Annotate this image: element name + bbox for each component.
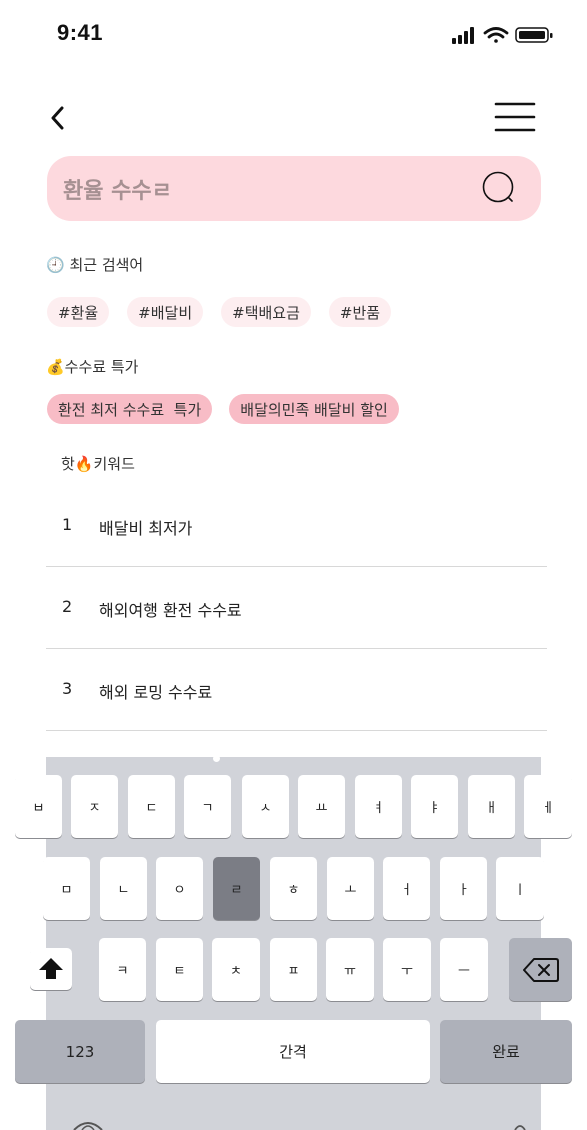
- search-icon[interactable]: [481, 170, 519, 208]
- backspace-icon: [522, 957, 559, 982]
- hot-keyword-text: 해외 로밍 수수료: [99, 683, 213, 702]
- key[interactable]: ㅣ: [496, 857, 544, 920]
- backspace-key[interactable]: [509, 938, 572, 1001]
- key[interactable]: ㅡ: [440, 938, 488, 1001]
- key[interactable]: ㅕ: [355, 775, 402, 838]
- key[interactable]: ㅓ: [383, 857, 430, 920]
- key[interactable]: ㅅ: [242, 775, 289, 838]
- deal-tags: 환전 최저 수수료 특가 배달의민족 배달비 할인: [47, 394, 399, 424]
- microphone-icon[interactable]: [512, 1122, 528, 1130]
- fee-deals-title: 💰수수료 특가: [46, 358, 139, 376]
- signal-icon: [452, 27, 474, 44]
- chevron-left-icon: [51, 106, 64, 130]
- key-pressed[interactable]: ㄹ: [213, 857, 260, 920]
- hot-keyword-row[interactable]: 2 해외여행 환전 수수료: [46, 567, 547, 649]
- deal-tag[interactable]: 환전 최저 수수료 특가: [47, 394, 213, 424]
- recent-tags: #환율 #배달비 #택배요금 #반품: [47, 297, 392, 327]
- key[interactable]: ㅜ: [383, 938, 431, 1001]
- key[interactable]: ㅊ: [212, 938, 260, 1001]
- hot-keyword-text: 해외여행 환전 수수료: [99, 601, 242, 620]
- key[interactable]: ㅐ: [468, 775, 515, 838]
- menu-button[interactable]: [494, 100, 536, 134]
- key[interactable]: ㄷ: [128, 775, 175, 838]
- key[interactable]: ㅇ: [156, 857, 203, 920]
- key[interactable]: ㅑ: [411, 775, 458, 838]
- search-input[interactable]: [63, 168, 463, 210]
- key[interactable]: ㅌ: [156, 938, 203, 1001]
- hot-keyword-row[interactable]: 3 해외 로밍 수수료: [46, 649, 547, 731]
- key[interactable]: ㅎ: [270, 857, 317, 920]
- key[interactable]: ㅍ: [270, 938, 317, 1001]
- numbers-key[interactable]: 123: [15, 1020, 145, 1083]
- space-key[interactable]: 간격: [156, 1020, 430, 1083]
- key[interactable]: ㅏ: [440, 857, 487, 920]
- search-bar: [47, 156, 541, 221]
- key[interactable]: ㅁ: [43, 857, 90, 920]
- key[interactable]: ㅔ: [524, 775, 572, 838]
- done-key[interactable]: 완료: [440, 1020, 572, 1083]
- key[interactable]: ㅋ: [99, 938, 146, 1001]
- shift-arrow-icon: [39, 958, 63, 979]
- key[interactable]: ㄱ: [184, 775, 231, 838]
- status-time: 9:41: [57, 20, 104, 45]
- hot-keywords-title: 핫🔥키워드: [61, 455, 135, 473]
- hot-keyword-text: 배달비 최저가: [99, 519, 193, 538]
- recent-tag[interactable]: #배달비: [127, 297, 204, 327]
- recent-tag[interactable]: #반품: [328, 297, 392, 327]
- key[interactable]: ㄴ: [100, 857, 147, 920]
- shift-key[interactable]: [30, 948, 72, 990]
- battery-icon: [515, 27, 553, 43]
- key[interactable]: ㅗ: [327, 857, 374, 920]
- globe-icon[interactable]: [72, 1120, 104, 1130]
- key[interactable]: ㅛ: [298, 775, 345, 838]
- key[interactable]: ㅈ: [71, 775, 118, 838]
- key[interactable]: ㅂ: [15, 775, 62, 838]
- recent-tag[interactable]: #환율: [47, 297, 110, 327]
- hot-keyword-rank: 1: [62, 515, 73, 534]
- key[interactable]: ㅠ: [326, 938, 374, 1001]
- recent-searches-title: 🕘 최근 검색어: [46, 256, 144, 274]
- recent-tag[interactable]: #택배요금: [221, 297, 311, 327]
- hot-keyword-rank: 3: [62, 679, 73, 698]
- keyboard-indicator-dot: [213, 755, 220, 762]
- status-icons: [452, 27, 553, 44]
- status-bar: 9:41: [0, 0, 587, 60]
- wifi-icon: [483, 27, 509, 43]
- deal-tag[interactable]: 배달의민족 배달비 할인: [229, 394, 399, 424]
- hot-keyword-row[interactable]: 1 배달비 최저가: [46, 485, 547, 567]
- hamburger-icon: [494, 102, 536, 132]
- back-button[interactable]: [42, 100, 76, 136]
- hot-keyword-rank: 2: [62, 597, 73, 616]
